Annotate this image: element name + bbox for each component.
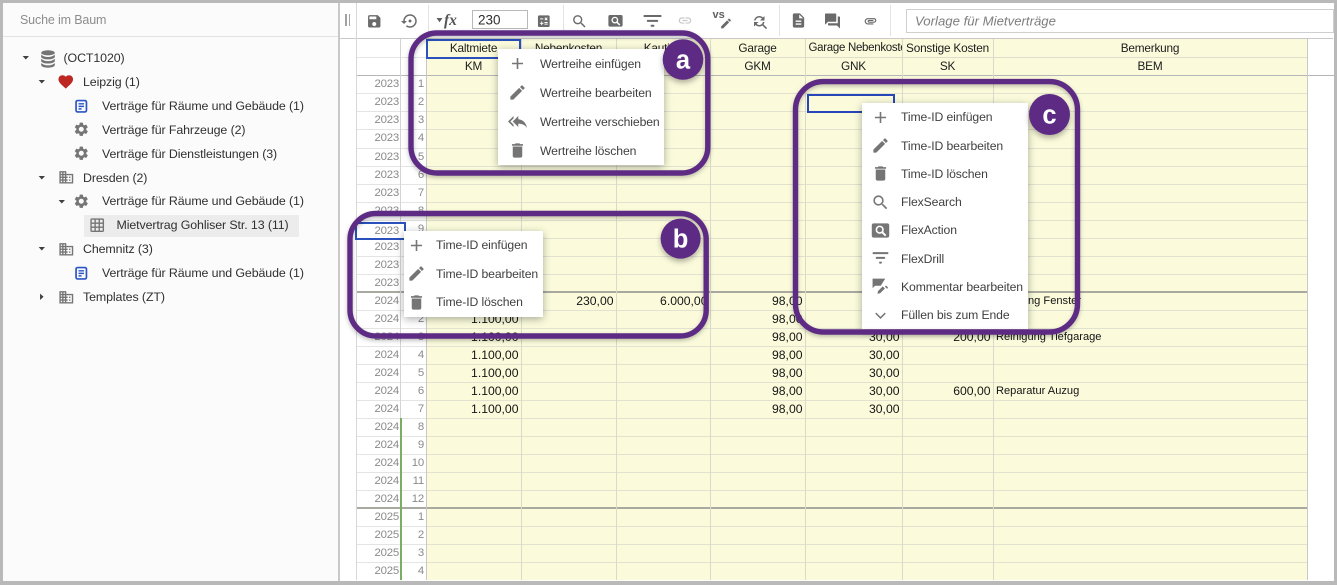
svg-text:b: b: [673, 225, 689, 253]
svg-text:c: c: [1042, 101, 1056, 129]
svg-text:a: a: [676, 46, 691, 74]
